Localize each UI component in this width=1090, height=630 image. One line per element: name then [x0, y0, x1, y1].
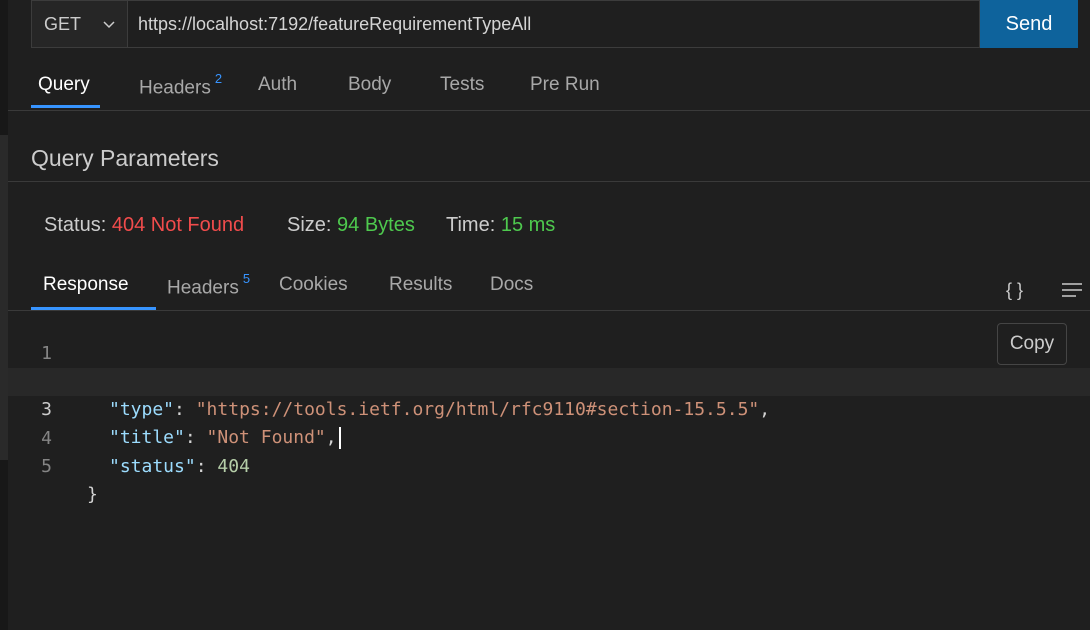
- time-label: Time:: [446, 214, 496, 236]
- url-value: https://localhost:7192/featureRequiremen…: [138, 13, 532, 34]
- request-tabs: Query Headers 2 Auth Body Tests Pre Run: [8, 62, 1090, 111]
- size-group: Size: 94 Bytes: [287, 214, 415, 237]
- tab-tests[interactable]: Tests: [440, 74, 484, 96]
- tab-label: Tests: [440, 74, 485, 95]
- tab-label: Body: [348, 74, 392, 95]
- code-line: 2 "type": "https://tools.ietf.org/html/r…: [8, 340, 1090, 420]
- tab-headers[interactable]: Headers 2: [139, 71, 223, 99]
- tab-response[interactable]: Response: [43, 274, 129, 296]
- json-value: 404: [217, 456, 250, 477]
- tab-pre-run[interactable]: Pre Run: [530, 74, 600, 96]
- tab-label: Auth: [258, 74, 298, 95]
- tab-results[interactable]: Results: [389, 274, 452, 296]
- tab-auth[interactable]: Auth: [258, 74, 297, 96]
- tab-response-headers[interactable]: Headers 5: [167, 271, 251, 299]
- time-value: 15 ms: [500, 214, 556, 236]
- tab-query[interactable]: Query: [38, 74, 90, 96]
- request-bar: GET https://localhost:7192/featureRequir…: [31, 0, 1078, 50]
- code-line: 1 {: [8, 312, 1090, 392]
- status-label: Status:: [44, 214, 107, 236]
- send-label: Send: [1005, 12, 1053, 35]
- code-line-current: 3 "title": "Not Found",: [8, 368, 1090, 449]
- tab-label: Headers: [139, 77, 211, 99]
- copy-label: Copy: [1009, 333, 1055, 354]
- tab-cookies[interactable]: Cookies: [279, 274, 348, 296]
- code-line: 5 }: [8, 425, 1090, 505]
- format-json-icon[interactable]: { }: [1006, 280, 1023, 301]
- active-tab-indicator: [31, 105, 100, 108]
- status-value: 404 Not Found: [111, 214, 245, 236]
- method-select[interactable]: GET: [31, 0, 128, 48]
- query-parameters-title: Query Parameters: [31, 145, 219, 171]
- url-input[interactable]: https://localhost:7192/featureRequiremen…: [128, 0, 980, 48]
- tab-label: Pre Run: [530, 74, 600, 95]
- left-scroll-indicator: [0, 135, 8, 460]
- tab-label: Results: [389, 274, 453, 295]
- headers-count-badge: 5: [242, 271, 251, 286]
- code-text: "status": 404: [109, 456, 250, 477]
- tab-label: Cookies: [279, 274, 348, 295]
- app-window: GET https://localhost:7192/featureRequir…: [0, 0, 1090, 630]
- tab-label: Docs: [490, 274, 534, 295]
- tab-label: Query: [38, 74, 90, 95]
- code-text: }: [87, 484, 98, 505]
- size-value: 94 Bytes: [337, 214, 415, 236]
- line-number: 5: [41, 456, 52, 477]
- time-group: Time: 15 ms: [446, 214, 555, 237]
- tab-docs[interactable]: Docs: [490, 274, 533, 296]
- headers-count-badge: 2: [214, 71, 223, 86]
- section-divider: [8, 181, 1090, 182]
- chevron-down-icon: [103, 21, 115, 29]
- active-tab-indicator: [31, 307, 156, 310]
- copy-button[interactable]: Copy: [997, 323, 1067, 365]
- size-label: Size:: [287, 214, 332, 236]
- response-tabs: Response Headers 5 Cookies Results Docs {…: [8, 262, 1090, 311]
- response-editor[interactable]: 1 { 2 "type": "https://tools.ietf.org/ht…: [8, 311, 1090, 630]
- method-value: GET: [44, 13, 82, 34]
- menu-lines-icon[interactable]: [1061, 282, 1083, 298]
- send-button[interactable]: Send: [980, 0, 1078, 48]
- code-line: 4 "status": 404: [8, 397, 1090, 477]
- json-key: "status": [109, 456, 196, 477]
- tab-label: Response: [43, 274, 129, 295]
- tab-body[interactable]: Body: [348, 74, 391, 96]
- tab-label: Headers: [167, 277, 239, 299]
- status-group: Status: 404 Not Found: [44, 214, 244, 237]
